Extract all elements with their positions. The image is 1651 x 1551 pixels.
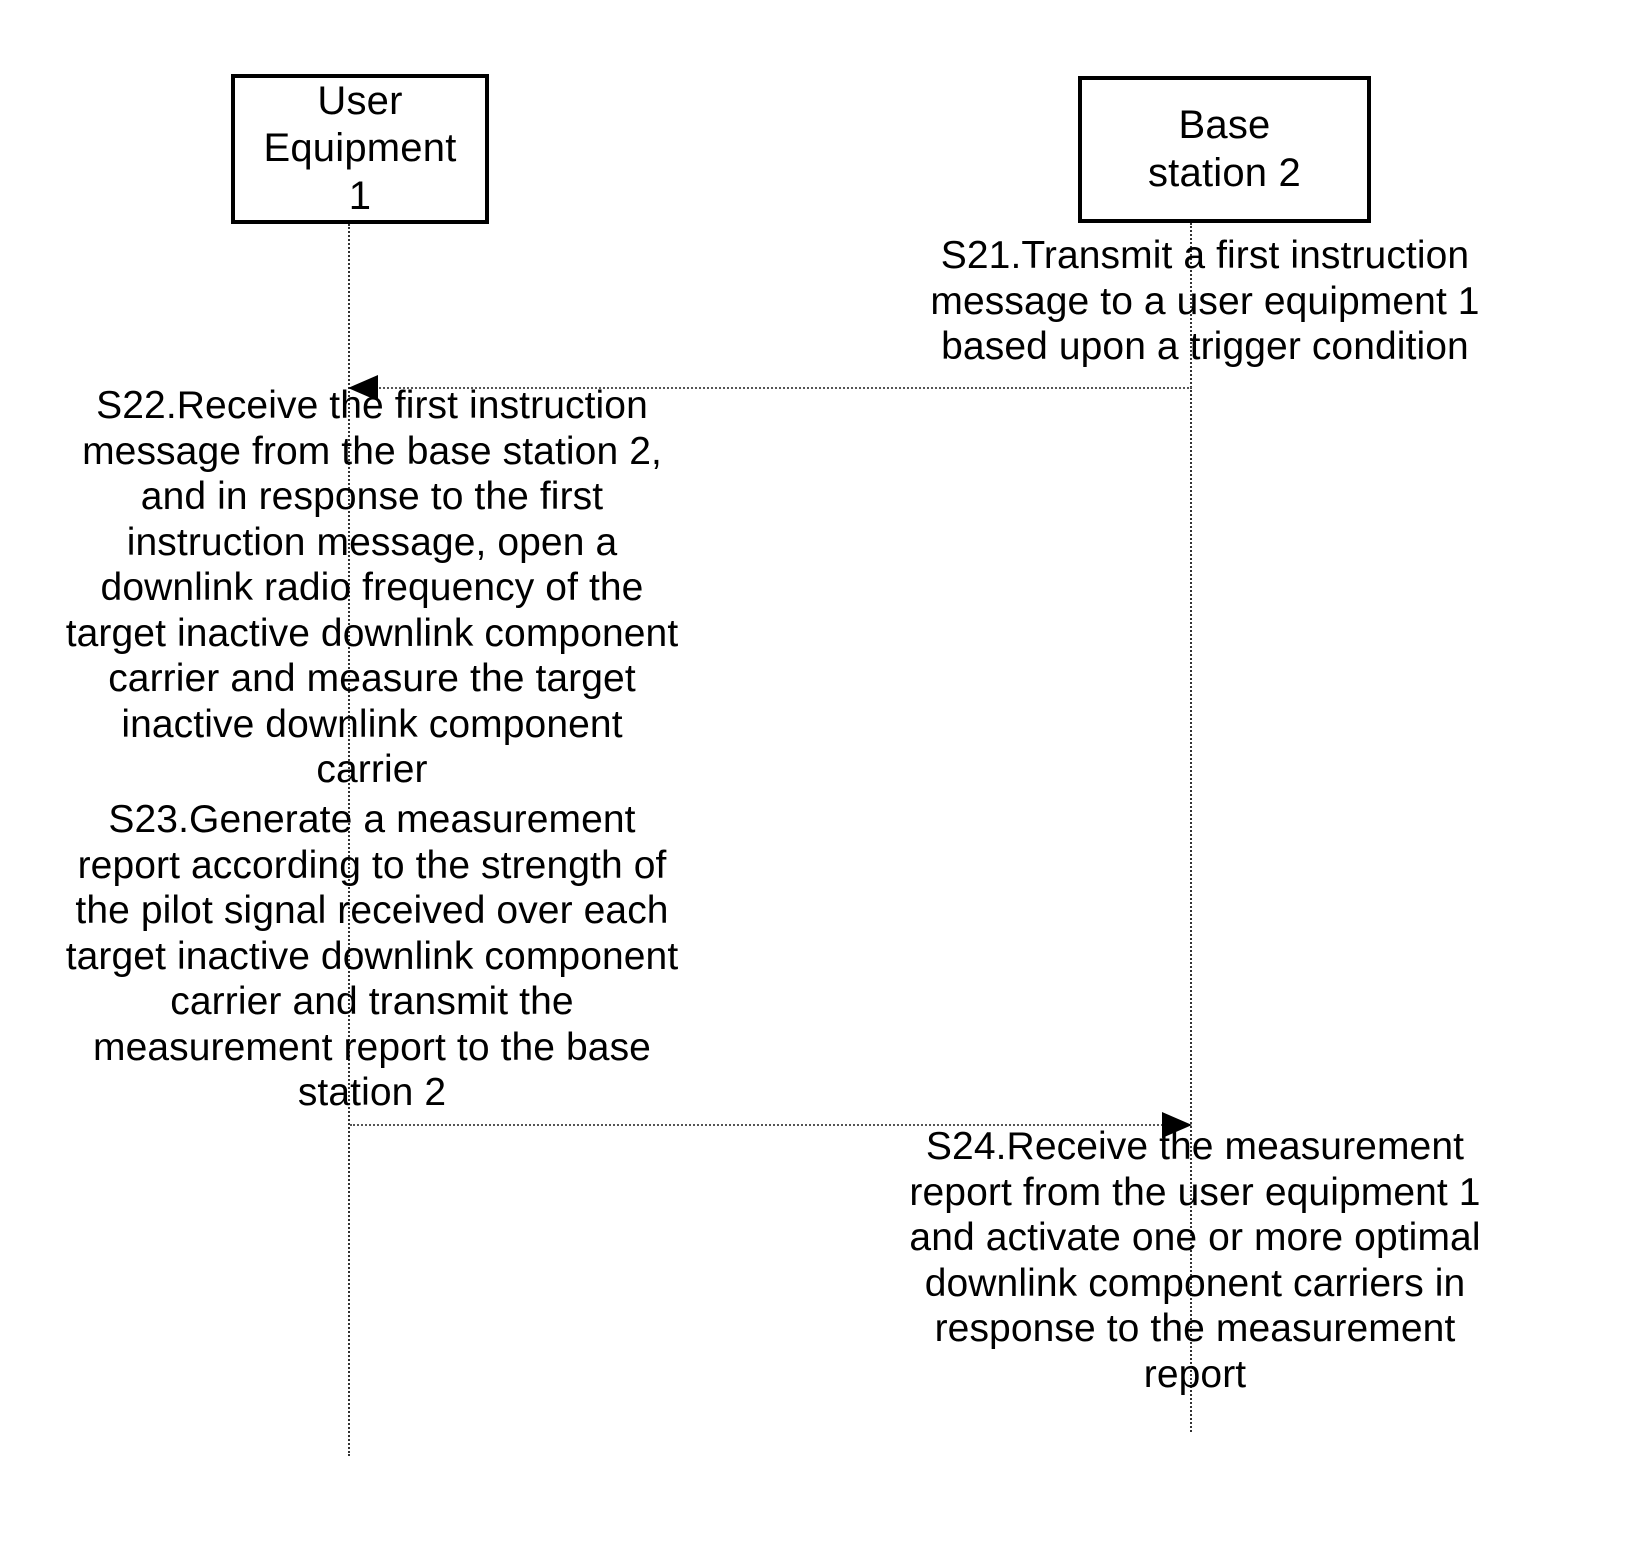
step-text-s24: S24.Receive the measurement report from … <box>909 1125 1481 1396</box>
participant-label-line: 1 <box>348 173 372 218</box>
sequence-diagram-canvas: User Equipment 1 Base station 2 S21.Tran… <box>0 0 1651 1551</box>
participant-box-base-station-2: Base station 2 <box>1078 76 1371 223</box>
step-text-s22: S22.Receive the first instruction messag… <box>65 384 679 791</box>
participant-label-line: Equipment <box>263 126 457 171</box>
participant-label-line: station 2 <box>1147 150 1301 195</box>
participant-label-line: User <box>317 79 403 124</box>
participant-label-line: Base <box>1178 103 1271 148</box>
step-text-s21: S21.Transmit a first instruction message… <box>930 234 1480 368</box>
participant-box-user-equipment-1: User Equipment 1 <box>231 74 489 224</box>
step-text-s23: S23.Generate a measurement report accord… <box>65 798 679 1114</box>
